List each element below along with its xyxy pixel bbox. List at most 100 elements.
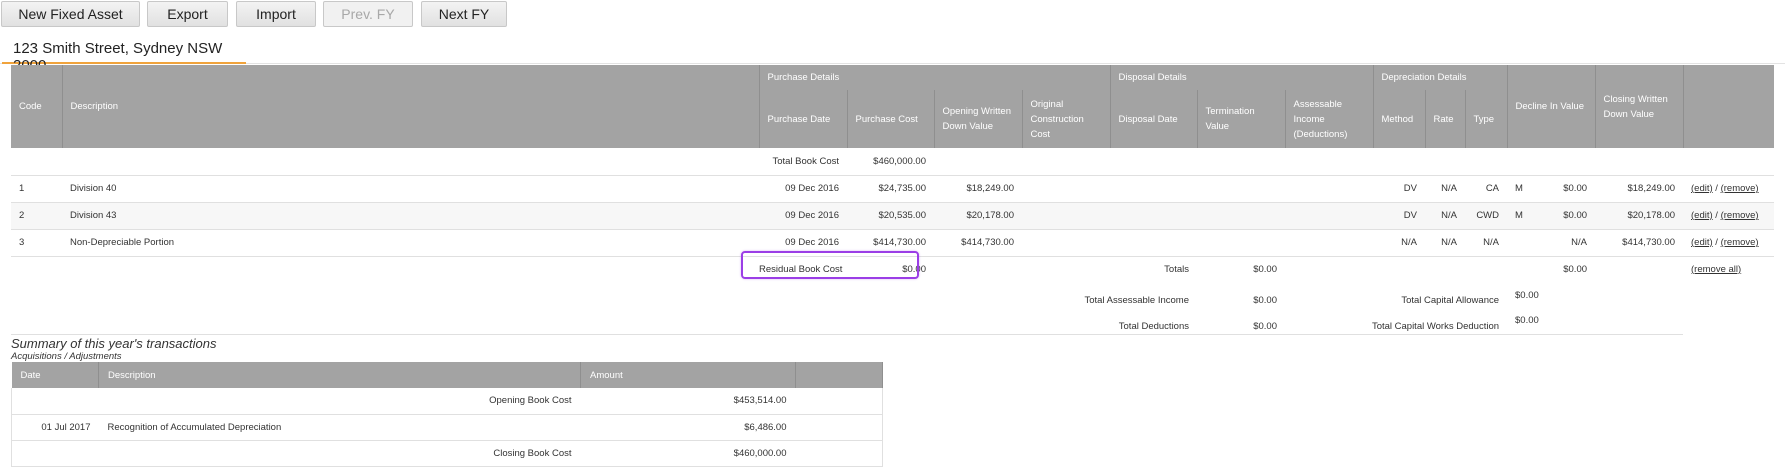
row-rate: N/A	[1425, 201, 1465, 229]
summary-row-description: Recognition of Accumulated Depreciation	[98, 413, 581, 440]
summary-closing-row: Closing Book Cost $460,000.00	[11, 439, 883, 467]
col-method-header[interactable]: Method	[1373, 90, 1426, 148]
totals-termination-value: $0.00	[1197, 255, 1285, 282]
total-book-cost-value: $460,000.00	[873, 155, 926, 167]
remove-all-link[interactable]: (remove all)	[1691, 264, 1741, 275]
row-type: CWD	[1465, 201, 1508, 229]
row-decline-value: $0.00	[1563, 183, 1588, 194]
col-type-header[interactable]: Type	[1465, 90, 1508, 148]
row-decline-value: $0.00	[1563, 210, 1588, 221]
total-capital-works-label: Total Capital Works Deduction	[1371, 320, 1500, 332]
summary-col-actions-header	[795, 362, 883, 388]
group-depreciation-details: Depreciation Details	[1373, 65, 1508, 90]
col-description-header[interactable]: Description	[62, 65, 760, 148]
table-row[interactable]: 01 Jul 2017 Recognition of Accumulated D…	[11, 413, 883, 440]
summary-subtitle: Acquisitions / Adjustments	[11, 351, 122, 362]
assessable-row: Total Assessable Income $0.00 Total Capi…	[11, 282, 1774, 308]
tab-bar: 123 Smith Street, Sydney NSW 2000	[0, 36, 1785, 74]
opening-book-cost-label: Opening Book Cost	[489, 395, 572, 407]
closing-book-cost-value: $460,000.00	[580, 439, 796, 467]
deductions-cell: Total Deductions $0.00	[1110, 308, 1285, 335]
totals-label: Totals	[1110, 255, 1197, 282]
fixed-asset-table-wrap: Code Description Purchase Details Dispos…	[11, 65, 1775, 335]
col-purchase-date-header[interactable]: Purchase Date	[759, 90, 848, 148]
edit-link[interactable]: (edit)	[1691, 183, 1713, 194]
action-separator: /	[1712, 183, 1721, 194]
row-closing-wdv: $20,178.00	[1595, 201, 1684, 229]
row-code: 1	[11, 174, 62, 202]
col-opening-wdv-header[interactable]: Opening Written Down Value	[934, 90, 1023, 148]
summary-opening-row: Opening Book Cost $453,514.00	[11, 388, 883, 414]
summary-col-description-header[interactable]: Description	[98, 362, 581, 388]
total-capital-allowance-label: Total Capital Allowance	[1401, 295, 1500, 306]
residual-book-cost-label: Residual Book Cost	[759, 255, 847, 282]
col-disposal-date-header[interactable]: Disposal Date	[1110, 90, 1198, 148]
total-deductions-value: $0.00	[1253, 320, 1277, 332]
prev-fy-button[interactable]: Prev. FY	[323, 1, 413, 27]
row-decline: M $0.00	[1507, 201, 1596, 229]
col-decline-in-value-header[interactable]: Decline In Value	[1507, 65, 1596, 148]
col-assessable-income-header[interactable]: Assessable Income (Deductions)	[1285, 90, 1374, 148]
row-purchase-cost: $24,735.00	[847, 174, 934, 202]
row-description: Division 40	[62, 174, 759, 202]
total-capital-allowance-value: $0.00	[1515, 289, 1539, 301]
row-opening-wdv: $18,249.00	[934, 174, 1022, 202]
group-purchase-details: Purchase Details	[759, 65, 1111, 90]
summary-table-wrap: Date Description Amount Opening Book Cos…	[11, 362, 883, 467]
col-purchase-cost-header[interactable]: Purchase Cost	[847, 90, 935, 148]
summary-col-amount-header[interactable]: Amount	[580, 362, 796, 388]
tab-property-address[interactable]: 123 Smith Street, Sydney NSW 2000	[2, 36, 246, 74]
edit-link[interactable]: (edit)	[1691, 210, 1713, 221]
col-original-construction-cost-header[interactable]: Original Construction Cost	[1022, 90, 1111, 148]
remove-link[interactable]: (remove)	[1721, 183, 1759, 194]
assessable-cell: Total Assessable Income $0.00	[1084, 282, 1285, 308]
row-purchase-date: 09 Dec 2016	[759, 201, 847, 229]
row-method: DV	[1373, 174, 1425, 202]
summary-col-date-header[interactable]: Date	[11, 362, 99, 388]
total-deductions-label: Total Deductions	[1118, 320, 1189, 332]
opening-book-cost-value: $453,514.00	[733, 395, 787, 407]
summary-table: Date Description Amount Opening Book Cos…	[11, 362, 883, 467]
row-opening-wdv: $414,730.00	[934, 228, 1022, 256]
col-termination-value-header[interactable]: Termination Value	[1197, 90, 1286, 148]
table-row[interactable]: 1 Division 40 09 Dec 2016 $24,735.00 $18…	[11, 174, 1775, 202]
row-decline-value: N/A	[1571, 237, 1588, 248]
row-closing-wdv: $18,249.00	[1595, 174, 1684, 202]
residual-book-cost-value: $0.00	[847, 255, 934, 282]
group-disposal-details: Disposal Details	[1110, 65, 1374, 90]
row-purchase-cost: $20,535.00	[847, 201, 934, 229]
row-decline-method: M	[1515, 183, 1523, 194]
row-type: CA	[1465, 174, 1508, 202]
total-capital-works-value: $0.00	[1507, 308, 1596, 335]
remove-link[interactable]: (remove)	[1721, 210, 1759, 221]
fixed-asset-table: Code Description Purchase Details Dispos…	[11, 65, 1775, 335]
next-fy-button[interactable]: Next FY	[421, 1, 507, 27]
edit-link[interactable]: (edit)	[1691, 237, 1713, 248]
row-code: 3	[11, 228, 62, 256]
table-row[interactable]: 2 Division 43 09 Dec 2016 $20,535.00 $20…	[11, 201, 1775, 229]
row-opening-wdv: $20,178.00	[934, 201, 1022, 229]
row-purchase-cost: $414,730.00	[847, 228, 934, 256]
col-closing-wdv-header[interactable]: Closing Written Down Value	[1595, 65, 1684, 148]
summary-row-amount: $6,486.00	[580, 413, 796, 440]
col-actions-header	[1683, 65, 1775, 148]
row-purchase-date: 09 Dec 2016	[759, 174, 847, 202]
capital-allowance-cell: Total Capital Allowance	[1285, 282, 1507, 308]
summary-row-date: 01 Jul 2017	[11, 413, 99, 440]
new-fixed-asset-button[interactable]: New Fixed Asset	[1, 1, 140, 27]
row-rate: N/A	[1425, 174, 1465, 202]
row-actions: (edit) / (remove)	[1683, 228, 1775, 256]
row-rate: N/A	[1425, 228, 1465, 256]
summary-title: Summary of this year's transactions	[11, 336, 217, 351]
row-actions: (edit) / (remove)	[1683, 201, 1775, 229]
row-purchase-date: 09 Dec 2016	[759, 228, 847, 256]
table-row[interactable]: 3 Non-Depreciable Portion 09 Dec 2016 $4…	[11, 228, 1775, 256]
import-button[interactable]: Import	[236, 1, 316, 27]
col-rate-header[interactable]: Rate	[1425, 90, 1466, 148]
deductions-row: Total Deductions $0.00 Total Capital Wor…	[11, 308, 1774, 335]
export-button[interactable]: Export	[147, 1, 228, 27]
col-code-header[interactable]: Code	[11, 65, 63, 148]
totals-row: Residual Book Cost $0.00 Totals $0.00 $0…	[11, 255, 1775, 282]
row-actions: (edit) / (remove)	[1683, 174, 1775, 202]
remove-link[interactable]: (remove)	[1721, 237, 1759, 248]
